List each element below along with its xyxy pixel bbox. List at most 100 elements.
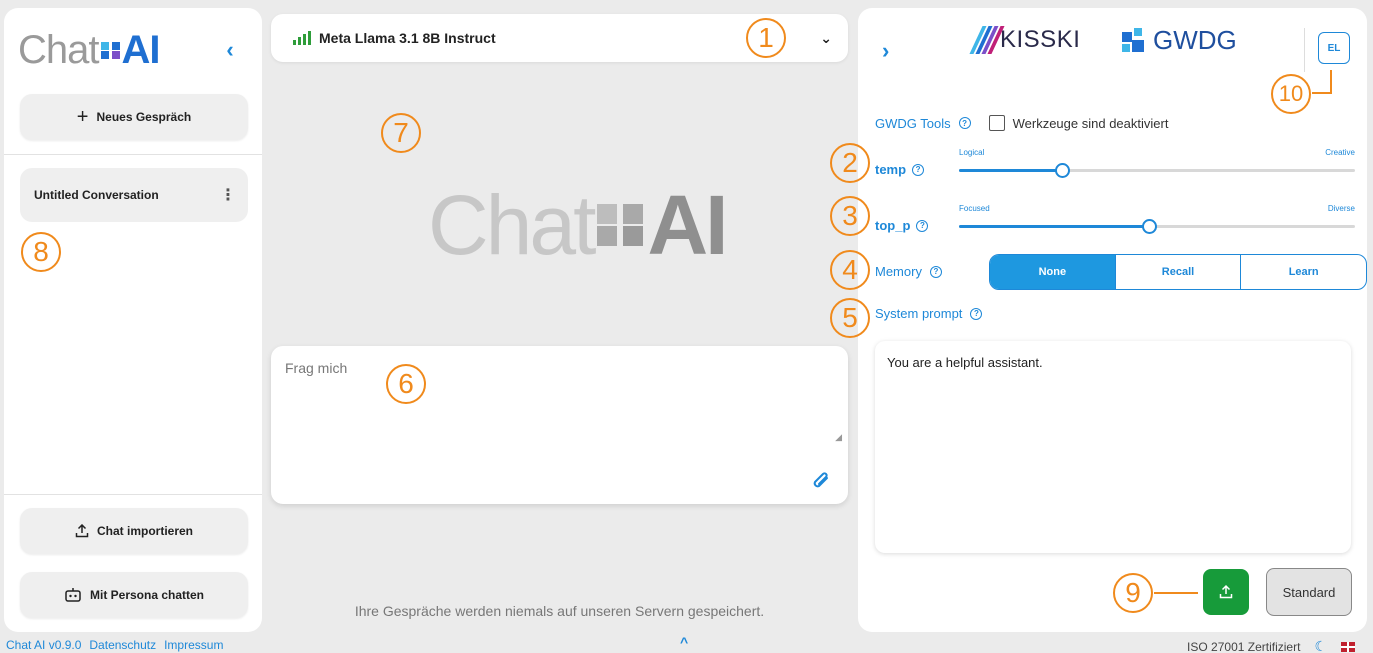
- footer-right: ISO 27001 Zertifiziert ☾: [1187, 638, 1355, 653]
- gwdg-brand-text: GWDG: [1153, 24, 1237, 55]
- left-sidebar: Chat AI ‹ + Neues Gespräch Untitled Conv…: [4, 8, 262, 632]
- help-icon[interactable]: ?: [912, 163, 925, 176]
- logo-ai-text: AI: [121, 27, 161, 72]
- logo-chat-text: Chat: [18, 27, 99, 72]
- center-watermark-logo: Chat AI: [428, 175, 728, 275]
- watermark-chat-text: Chat: [428, 177, 596, 272]
- user-avatar[interactable]: EL: [1318, 32, 1350, 64]
- privacy-link[interactable]: Datenschutz: [89, 638, 156, 652]
- tools-status: Werkzeuge sind deaktiviert: [1012, 115, 1169, 131]
- annotation-marker-8: 8: [21, 232, 61, 272]
- help-icon[interactable]: ?: [916, 219, 929, 232]
- new-conversation-button[interactable]: + Neues Gespräch: [20, 94, 248, 140]
- temp-slider-fill: [959, 169, 1062, 172]
- persona-chat-button[interactable]: Mit Persona chatten: [20, 572, 248, 618]
- memory-label: Memory: [875, 264, 922, 279]
- language-flag-icon[interactable]: [1341, 641, 1355, 652]
- memory-segmented-control: None Recall Learn: [989, 254, 1367, 290]
- help-icon[interactable]: ?: [970, 307, 983, 320]
- dark-mode-icon[interactable]: ☾: [1314, 638, 1327, 653]
- footer-bar: Chat AI v0.9.0 Datenschutz Impressum ^ I…: [0, 634, 1373, 653]
- annotation-marker-4: 4: [830, 250, 870, 290]
- tools-row: GWDG Tools ? Werkzeuge sind deaktiviert: [875, 115, 1168, 131]
- temp-slider-row: temp ? Logical Creative: [875, 148, 1355, 184]
- header-separator: [1304, 28, 1305, 72]
- certification-label: ISO 27001 Zertifiziert: [1187, 639, 1301, 653]
- help-icon[interactable]: ?: [929, 265, 942, 278]
- annotation-marker-3: 3: [830, 196, 870, 236]
- top-p-left-label: Focused: [959, 204, 990, 213]
- message-input[interactable]: [285, 360, 825, 460]
- upload-icon: [1219, 584, 1233, 599]
- signal-strength-icon: [293, 31, 311, 45]
- temp-right-label: Creative: [1325, 148, 1355, 157]
- top-p-right-label: Diverse: [1327, 204, 1355, 213]
- annotation-marker-10: 10: [1271, 74, 1311, 114]
- annotation-arrow-10-vertical: [1330, 70, 1332, 94]
- import-chat-button[interactable]: Chat importieren: [20, 508, 248, 554]
- top-p-slider-fill: [959, 225, 1150, 228]
- memory-option-none[interactable]: None: [990, 255, 1116, 289]
- chevron-down-icon[interactable]: ⌄: [820, 30, 832, 47]
- annotation-arrow-10: [1312, 92, 1332, 94]
- gwdg-mark-icon: [1118, 24, 1150, 56]
- system-prompt-label-group: System prompt ?: [875, 306, 983, 321]
- annotation-marker-6: 6: [386, 364, 426, 404]
- annotation-marker-7: 7: [381, 113, 421, 153]
- kisski-logo: KISSKI: [969, 26, 1081, 54]
- memory-label-group: Memory ?: [875, 264, 942, 279]
- temp-left-label: Logical: [959, 148, 985, 157]
- standard-button[interactable]: Standard: [1266, 568, 1352, 616]
- kebab-menu-icon[interactable]: ⋮: [220, 185, 236, 205]
- tools-checkbox[interactable]: [988, 115, 1005, 131]
- collapse-panel-icon[interactable]: ›: [882, 38, 889, 64]
- system-prompt-input[interactable]: You are a helpful assistant.: [875, 341, 1351, 553]
- watermark-squares: [595, 204, 645, 246]
- annotation-marker-2: 2: [830, 143, 870, 183]
- robot-icon: [65, 588, 81, 602]
- annotation-arrow-9: [1154, 592, 1198, 594]
- chevron-up-icon[interactable]: ^: [680, 634, 688, 650]
- memory-option-learn[interactable]: Learn: [1241, 255, 1366, 289]
- resize-handle-icon[interactable]: ◢: [835, 432, 842, 443]
- top-p-slider-thumb[interactable]: [1142, 219, 1158, 234]
- version-label: Chat AI v0.9.0: [6, 638, 82, 652]
- top-p-label-group: top_p ?: [875, 218, 929, 233]
- temp-slider[interactable]: [959, 163, 1355, 178]
- persona-chat-label: Mit Persona chatten: [89, 588, 205, 602]
- chat-ai-logo: Chat AI: [18, 26, 161, 74]
- tools-label: GWDG Tools: [875, 115, 951, 131]
- temp-slider-thumb[interactable]: [1054, 163, 1070, 178]
- temp-label-group: temp ?: [875, 162, 925, 177]
- export-settings-button[interactable]: [1203, 569, 1249, 615]
- collapse-sidebar-icon[interactable]: ‹: [218, 38, 242, 62]
- logo-squares: [100, 41, 121, 59]
- kisski-brand-text: KISSKI: [1000, 26, 1081, 53]
- annotation-marker-1: 1: [746, 18, 786, 58]
- paperclip-icon[interactable]: [810, 470, 834, 494]
- plus-icon: +: [76, 106, 89, 128]
- gwdg-logo: GWDG: [1118, 24, 1237, 56]
- watermark-ai-text: AI: [647, 177, 728, 272]
- divider: [4, 494, 262, 495]
- import-chat-label: Chat importieren: [96, 524, 193, 538]
- divider: [4, 154, 262, 155]
- memory-row: Memory ? None Recall Learn: [875, 254, 1367, 290]
- annotation-marker-9: 9: [1113, 573, 1153, 613]
- upload-icon: [75, 524, 89, 538]
- memory-option-recall[interactable]: Recall: [1116, 255, 1242, 289]
- top-p-label: top_p: [875, 218, 911, 233]
- message-input-box: ◢: [271, 346, 848, 504]
- top-p-slider[interactable]: [959, 219, 1355, 234]
- temp-label: temp: [875, 162, 907, 177]
- conversation-title: Untitled Conversation: [34, 188, 159, 202]
- kisski-mark-icon: [969, 26, 1005, 54]
- new-conversation-label: Neues Gespräch: [96, 110, 192, 124]
- conversation-item[interactable]: Untitled Conversation ⋮: [20, 168, 248, 222]
- privacy-note: Ihre Gespräche werden niemals auf unsere…: [354, 603, 765, 619]
- help-icon[interactable]: ?: [958, 117, 971, 129]
- top-p-slider-row: top_p ? Focused Diverse: [875, 204, 1355, 240]
- footer-links: Chat AI v0.9.0 Datenschutz Impressum: [6, 638, 223, 652]
- imprint-link[interactable]: Impressum: [164, 638, 223, 652]
- annotation-marker-5: 5: [830, 298, 870, 338]
